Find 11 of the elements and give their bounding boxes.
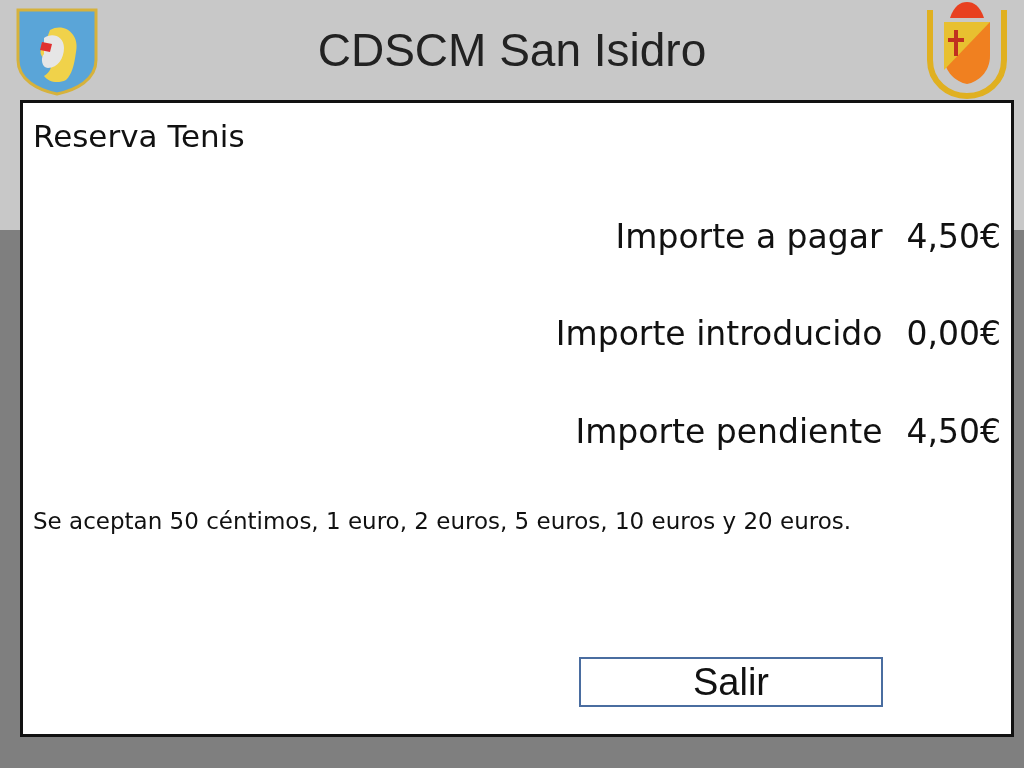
coat-of-arms-icon [924,0,1010,100]
amount-label: Importe introducido [555,313,883,355]
app-title: CDSCM San Isidro [317,22,707,78]
panel-title: Reserva Tenis [33,117,246,156]
exit-button[interactable]: Salir [579,657,883,707]
amount-value: 0,00€ [906,313,1001,355]
amount-label: Importe pendiente [575,410,883,453]
amount-value: 4,50€ [906,410,1001,453]
amount-label: Importe a pagar [615,215,883,258]
amount-value: 4,50€ [906,215,1001,258]
accepted-coins-note: Se aceptan 50 céntimos, 1 euro, 2 euros, 5 euros, 10 euros y 20 euros. [33,507,853,536]
